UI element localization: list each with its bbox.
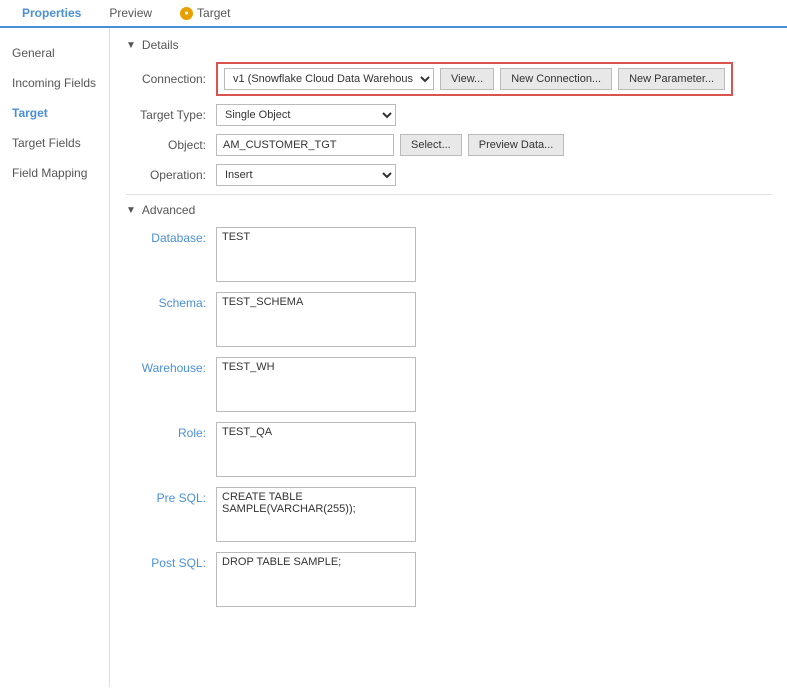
new-connection-button[interactable]: New Connection... [500,68,612,90]
target-tab-icon: ● [180,7,193,20]
details-collapse-arrow[interactable]: ▼ [126,40,136,51]
database-row: Database: TEST [126,227,771,282]
pre-sql-textarea[interactable]: CREATE TABLE SAMPLE(VARCHAR(255)); [216,487,416,542]
sidebar-item-target-fields[interactable]: Target Fields [0,128,109,158]
schema-label: Schema: [126,292,216,310]
sidebar-item-incoming-fields[interactable]: Incoming Fields [0,68,109,98]
object-controls: Select... Preview Data... [216,134,564,156]
details-section-header: ▼ Details [126,38,771,52]
post-sql-label: Post SQL: [126,552,216,570]
tab-properties[interactable]: Properties [8,0,95,28]
advanced-collapse-arrow[interactable]: ▼ [126,205,136,216]
sidebar-item-general[interactable]: General [0,38,109,68]
schema-row: Schema: TEST_SCHEMA [126,292,771,347]
new-parameter-button[interactable]: New Parameter... [618,68,725,90]
pre-sql-row: Pre SQL: CREATE TABLE SAMPLE(VARCHAR(255… [126,487,771,542]
warehouse-row: Warehouse: TEST_WH [126,357,771,412]
top-tabs: Properties Preview ● Target [0,0,787,28]
section-divider [126,194,771,195]
connection-box: v1 (Snowflake Cloud Data Warehouse) View… [216,62,733,96]
target-type-controls: Single Object [216,104,396,126]
operation-label: Operation: [126,168,216,182]
tab-preview[interactable]: Preview [95,0,166,28]
sidebar-item-target[interactable]: Target [0,98,109,128]
pre-sql-label: Pre SQL: [126,487,216,505]
connection-row: Connection: v1 (Snowflake Cloud Data War… [126,62,771,96]
target-type-label: Target Type: [126,108,216,122]
role-textarea[interactable]: TEST_QA [216,422,416,477]
database-label: Database: [126,227,216,245]
sidebar: General Incoming Fields Target Target Fi… [0,28,110,687]
operation-select[interactable]: Insert [216,164,396,186]
select-button[interactable]: Select... [400,134,462,156]
object-label: Object: [126,138,216,152]
object-row: Object: Select... Preview Data... [126,134,771,156]
advanced-section-header: ▼ Advanced [126,203,771,217]
role-label: Role: [126,422,216,440]
preview-data-button[interactable]: Preview Data... [468,134,565,156]
database-textarea[interactable]: TEST [216,227,416,282]
connection-label: Connection: [126,72,216,86]
main-layout: General Incoming Fields Target Target Fi… [0,28,787,687]
tab-target[interactable]: ● Target [166,0,244,28]
operation-row: Operation: Insert [126,164,771,186]
advanced-section-label: Advanced [142,203,195,217]
warehouse-label: Warehouse: [126,357,216,375]
operation-controls: Insert [216,164,396,186]
warehouse-textarea[interactable]: TEST_WH [216,357,416,412]
post-sql-row: Post SQL: DROP TABLE SAMPLE; [126,552,771,607]
sidebar-item-field-mapping[interactable]: Field Mapping [0,158,109,188]
post-sql-textarea[interactable]: DROP TABLE SAMPLE; [216,552,416,607]
details-section-label: Details [142,38,179,52]
target-type-select[interactable]: Single Object [216,104,396,126]
object-input[interactable] [216,134,394,156]
connection-select[interactable]: v1 (Snowflake Cloud Data Warehouse) [224,68,434,90]
view-button[interactable]: View... [440,68,494,90]
content-area: ▼ Details Connection: v1 (Snowflake Clou… [110,28,787,687]
role-row: Role: TEST_QA [126,422,771,477]
target-type-row: Target Type: Single Object [126,104,771,126]
schema-textarea[interactable]: TEST_SCHEMA [216,292,416,347]
